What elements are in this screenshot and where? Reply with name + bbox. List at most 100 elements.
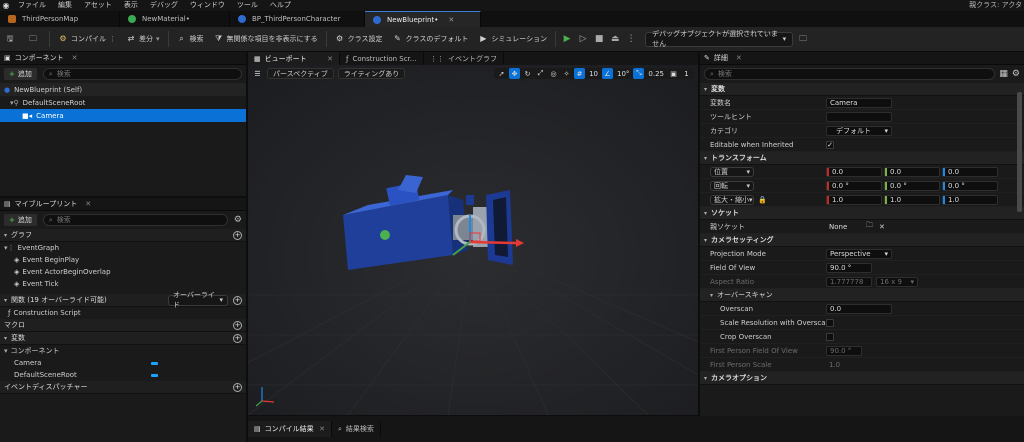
camera-speed-value[interactable]: 1 — [681, 68, 692, 79]
debug-folder-button[interactable]: 🗀 — [793, 27, 816, 52]
tab-third-person-map[interactable]: ThirdPersonMap — [0, 11, 120, 27]
variable-item-default-scene-root[interactable]: DefaultSceneRoot — [0, 369, 246, 381]
editable-inherited-checkbox[interactable]: ✓ — [826, 140, 834, 149]
rotation-x-field[interactable]: 0.0 ° — [826, 180, 882, 191]
event-item-tick[interactable]: ◈ Event Tick — [0, 278, 246, 290]
debug-object-select[interactable]: デバッグオブジェクトが選択されていません ▾ — [645, 30, 794, 48]
crop-overscan-checkbox[interactable] — [826, 332, 834, 341]
overscan-section[interactable]: ▾ オーバースキャン — [700, 289, 1024, 302]
parent-class-label[interactable]: 親クラス: アクタ — [969, 0, 1022, 11]
tree-item-camera[interactable]: ■◂ Camera — [0, 109, 246, 122]
tab-new-blueprint[interactable]: NewBlueprint• ✕ — [365, 11, 481, 27]
tooltip-field[interactable] — [826, 111, 892, 122]
field-of-view-field[interactable]: 90.0 ° — [826, 262, 872, 273]
tree-item-self[interactable]: ● NewBlueprint (Self) — [0, 83, 246, 96]
menu-debug[interactable]: デバッグ — [144, 0, 184, 11]
class-defaults-button[interactable]: ✎ クラスのデフォルト — [387, 27, 473, 52]
menu-edit[interactable]: 編集 — [52, 0, 78, 11]
menu-asset[interactable]: アセット — [78, 0, 118, 11]
my-blueprint-search-input[interactable]: ⌕ 検索 — [42, 214, 228, 226]
variables-section[interactable]: ▾ 変数 + — [0, 332, 246, 345]
menu-tools[interactable]: ツール — [231, 0, 264, 11]
lock-icon[interactable]: 🔒 — [758, 196, 767, 204]
grid-snap-icon[interactable]: # — [574, 68, 586, 79]
tab-construction-script[interactable]: ƒ Construction Scr... — [340, 52, 424, 65]
add-variable-icon[interactable]: + — [233, 333, 242, 343]
tab-bp-third-person-character[interactable]: BP_ThirdPersonCharacter — [230, 11, 365, 27]
menu-view[interactable]: 表示 — [118, 0, 144, 11]
play-icon[interactable]: ▶ — [561, 33, 573, 45]
variable-name-field[interactable]: Camera — [826, 97, 892, 108]
overscan-field[interactable]: 0.0 — [826, 303, 892, 314]
tree-item-default-scene-root[interactable]: ▾⚲ DefaultSceneRoot — [0, 96, 246, 109]
scale-z-field[interactable]: 1.0 — [942, 194, 998, 205]
surface-snap-icon[interactable]: ✧ — [561, 68, 572, 79]
projection-mode-dropdown[interactable]: Perspective ▾ — [826, 248, 892, 259]
details-search-input[interactable]: ⌕ 検索 — [704, 68, 996, 80]
diff-button[interactable]: ⇄ 差分 ▾ — [121, 27, 165, 52]
close-icon[interactable]: ✕ — [736, 54, 742, 62]
close-icon[interactable]: ✕ — [72, 54, 78, 62]
dispatchers-section[interactable]: イベントディスパッチャー + — [0, 381, 246, 394]
gear-icon[interactable]: ⚙ — [1012, 69, 1020, 79]
eject-icon[interactable]: ⏏ — [609, 33, 621, 45]
tab-compile-results[interactable]: ▤ コンパイル結果 ✕ — [248, 421, 332, 437]
stop-icon[interactable]: ■ — [593, 33, 605, 45]
menu-file[interactable]: ファイル — [12, 0, 52, 11]
category-dropdown[interactable]: デフォルト ▾ — [826, 125, 892, 136]
add-member-button[interactable]: + 追加 — [4, 214, 37, 226]
scale-mode-icon[interactable]: ⤢ — [535, 68, 546, 79]
scale-snap-value[interactable]: 0.25 — [646, 68, 666, 79]
more-options-icon[interactable]: ⋮ — [625, 33, 637, 45]
grid-snap-value[interactable]: 10 — [587, 68, 600, 79]
scale-dropdown[interactable]: 拡大・縮小 ▾ — [710, 194, 754, 205]
close-icon[interactable]: ✕ — [327, 55, 333, 63]
camera-speed-icon[interactable]: ▣ — [668, 68, 679, 79]
close-icon[interactable]: ✕ — [319, 425, 325, 433]
gear-icon[interactable]: ⚙ — [234, 215, 242, 225]
location-dropdown[interactable]: 位置 ▾ — [710, 166, 754, 177]
camera-options-section[interactable]: ▾ カメラオプション — [700, 372, 1024, 385]
override-dropdown[interactable]: オーバーライド ▾ — [168, 291, 228, 309]
hamburger-menu-icon[interactable]: ☰ — [252, 68, 263, 79]
components-search-input[interactable]: ⌕ 検索 — [42, 68, 242, 80]
rotation-snap-icon[interactable]: ∠ — [601, 68, 613, 79]
macros-section[interactable]: マクロ + — [0, 319, 246, 332]
socket-section[interactable]: ▾ ソケット — [700, 207, 1024, 220]
rotation-z-field[interactable]: 0.0 ° — [942, 180, 998, 191]
location-y-field[interactable]: 0.0 — [884, 166, 940, 177]
scale-snap-icon[interactable]: ⤡ — [633, 68, 645, 79]
functions-section[interactable]: ▾ 関数 (19 オーバーライド可能) オーバーライド ▾ + — [0, 291, 246, 309]
camera-settings-section[interactable]: ▾ カメラセッティング — [700, 234, 1024, 247]
clear-icon[interactable]: ✕ — [879, 223, 885, 231]
location-z-field[interactable]: 0.0 — [942, 166, 998, 177]
variable-section[interactable]: ▾ 変数 — [700, 83, 1024, 96]
table-view-icon[interactable]: ▦ — [999, 69, 1008, 79]
components-subcategory[interactable]: ▾ コンポーネント — [0, 345, 246, 357]
step-icon[interactable]: ▷ — [577, 33, 589, 45]
translate-mode-icon[interactable]: ✥ — [509, 68, 521, 79]
rotate-mode-icon[interactable]: ↻ — [522, 68, 533, 79]
add-function-icon[interactable]: + — [233, 295, 242, 305]
scale-y-field[interactable]: 1.0 — [884, 194, 940, 205]
class-settings-button[interactable]: ⚙ クラス設定 — [330, 27, 388, 52]
lighting-button[interactable]: ライティングあり — [337, 68, 406, 79]
add-dispatcher-icon[interactable]: + — [233, 382, 242, 392]
event-graph-item[interactable]: ▾⋮ EventGraph — [0, 242, 246, 254]
tab-viewport[interactable]: ▦ ビューポート ✕ — [248, 52, 340, 65]
select-mode-icon[interactable]: ➚ — [496, 68, 507, 79]
transform-section[interactable]: ▾ トランスフォーム — [700, 152, 1024, 165]
add-component-button[interactable]: + 追加 — [4, 68, 37, 80]
compile-button[interactable]: ⚙ コンパイル ⋮ — [53, 27, 121, 52]
add-macro-icon[interactable]: + — [233, 320, 242, 330]
socket-browse-icon[interactable]: 🗀 — [866, 221, 873, 232]
save-button[interactable]: 🖫 — [0, 27, 23, 52]
scale-resolution-checkbox[interactable] — [826, 318, 834, 327]
rotation-snap-value[interactable]: 10° — [615, 68, 631, 79]
graph-section[interactable]: ▾ グラフ + — [0, 229, 246, 242]
rotation-dropdown[interactable]: 回転 ▾ — [710, 180, 754, 191]
simulation-button[interactable]: ▶ シミュレーション — [473, 27, 552, 52]
rotation-y-field[interactable]: 0.0 ° — [884, 180, 940, 191]
event-item-actor-begin-overlap[interactable]: ◈ Event ActorBeginOverlap — [0, 266, 246, 278]
tab-event-graph[interactable]: ⋮⋮ イベントグラフ — [424, 52, 504, 65]
